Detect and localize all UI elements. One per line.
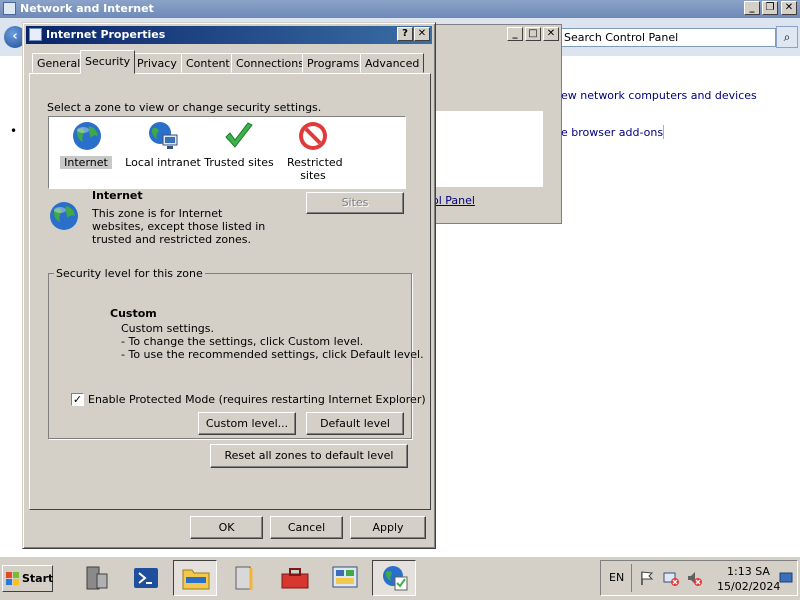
search-icon[interactable]: ⌕: [776, 26, 798, 48]
selected-zone-description: This zone is for Internet websites, exce…: [92, 207, 266, 246]
tab-general[interactable]: General: [32, 53, 86, 73]
folder-icon: [182, 569, 210, 590]
start-button[interactable]: Start: [2, 565, 53, 592]
dialog-title: Internet Properties: [46, 28, 166, 41]
default-level-button[interactable]: Default level: [306, 412, 404, 435]
internet-options-icon: [383, 566, 408, 591]
tab-privacy[interactable]: Privacy: [132, 53, 182, 73]
system-tray: EN 1:13 SA 15/02/2024: [600, 560, 798, 596]
taskbar-powershell[interactable]: [124, 560, 168, 596]
reset-all-zones-button[interactable]: Reset all zones to default level: [210, 444, 408, 468]
show-desktop-icon[interactable]: [779, 572, 793, 584]
zone-trusted-sites[interactable]: Trusted sites: [199, 117, 279, 187]
internet-options-icon: [29, 28, 42, 41]
globe-icon: [50, 202, 78, 230]
server-manager-icon: [86, 566, 108, 590]
level-title: Custom: [110, 307, 157, 320]
protected-mode-checkbox[interactable]: ✓: [71, 393, 84, 406]
minimize-button[interactable]: _: [744, 1, 760, 15]
mid-minimize-button[interactable]: _: [507, 27, 523, 41]
tab-content[interactable]: Content: [181, 53, 235, 73]
no-entry-icon: [299, 122, 327, 150]
language-indicator[interactable]: EN: [609, 571, 624, 584]
apply-button[interactable]: Apply: [350, 516, 426, 539]
zone-list: Internet Local intranet Trusted sites Re…: [48, 116, 406, 189]
selected-zone-name: Internet: [92, 189, 143, 202]
start-label: Start: [22, 572, 54, 585]
tab-advanced[interactable]: Advanced: [360, 53, 425, 73]
network-error-icon[interactable]: [663, 570, 679, 586]
taskbar-admin-tools[interactable]: [222, 560, 266, 596]
clock-time[interactable]: 1:13 SA: [727, 565, 770, 578]
sites-button[interactable]: Sites: [306, 192, 404, 214]
intranet-icon: [149, 122, 178, 149]
taskbar-server-manager[interactable]: [74, 560, 118, 596]
search-input[interactable]: Search Control Panel: [560, 28, 776, 47]
internet-properties-dialog: Internet Properties ? ✕ General Security…: [22, 22, 436, 549]
close-button[interactable]: ✕: [781, 1, 797, 15]
background-window-titlebar[interactable]: Network and Internet _ ❐ ✕: [0, 0, 800, 18]
taskbar-file-explorer[interactable]: [173, 560, 217, 596]
tray-divider: [631, 564, 632, 592]
middle-window-content: [433, 111, 543, 187]
dialog-titlebar[interactable]: Internet Properties ? ✕: [26, 26, 432, 44]
checkmark-icon: [225, 122, 253, 148]
tab-programs[interactable]: Programs: [302, 53, 365, 73]
help-button[interactable]: ?: [397, 27, 413, 41]
link-divider: [663, 125, 664, 139]
mid-maximize-button[interactable]: □: [525, 27, 541, 41]
mid-close-button[interactable]: ✕: [543, 27, 559, 41]
search-placeholder: Search Control Panel: [564, 31, 679, 44]
zone-local-intranet[interactable]: Local intranet: [123, 117, 203, 187]
zone-label: Internet: [60, 156, 112, 169]
custom-level-button[interactable]: Custom level...: [198, 412, 296, 435]
link-browser-addons[interactable]: e browser add-ons: [561, 126, 663, 139]
link-view-network[interactable]: ew network computers and devices: [561, 89, 757, 102]
clock-date[interactable]: 15/02/2024: [717, 580, 780, 593]
ok-button[interactable]: OK: [190, 516, 263, 539]
level-line-2: - To change the settings, click Custom l…: [121, 335, 364, 348]
tab-security[interactable]: Security: [80, 50, 136, 74]
tab-connections[interactable]: Connections: [231, 53, 309, 73]
level-line-1: Custom settings.: [121, 322, 215, 335]
tools-icon: [235, 566, 253, 590]
volume-muted-icon[interactable]: [686, 570, 702, 586]
toolbox-icon: [281, 568, 309, 589]
cancel-button[interactable]: Cancel: [270, 516, 343, 539]
bullet: •: [10, 124, 18, 138]
zone-label: Local intranet: [125, 156, 201, 169]
zone-internet[interactable]: Internet: [47, 117, 127, 187]
taskbar-toolbox[interactable]: [272, 560, 316, 596]
background-window-title: Network and Internet: [20, 2, 154, 15]
restore-button[interactable]: ❐: [762, 1, 778, 15]
level-line-3: - To use the recommended settings, click…: [121, 348, 424, 361]
zone-restricted-sites[interactable]: Restricted sites: [273, 117, 353, 187]
powershell-icon: [134, 568, 158, 588]
link-control-panel[interactable]: ol Panel: [432, 194, 475, 207]
taskbar-control-panel[interactable]: [322, 560, 366, 596]
security-level-label: Security level for this zone: [54, 267, 205, 280]
taskbar-internet-options[interactable]: [372, 560, 416, 596]
zone-prompt: Select a zone to view or change security…: [47, 101, 322, 114]
network-icon: [3, 2, 16, 15]
zone-label: Trusted sites: [204, 156, 274, 169]
globe-icon: [73, 122, 101, 150]
control-panel-icon: [332, 566, 358, 588]
windows-logo-icon: [6, 572, 19, 585]
protected-mode-label: Enable Protected Mode (requires restarti…: [88, 393, 426, 406]
dialog-close-button[interactable]: ✕: [414, 27, 430, 41]
zone-label: Restricted sites: [287, 156, 343, 182]
flag-icon[interactable]: [639, 570, 655, 586]
security-tab-panel: Select a zone to view or change security…: [29, 73, 431, 510]
